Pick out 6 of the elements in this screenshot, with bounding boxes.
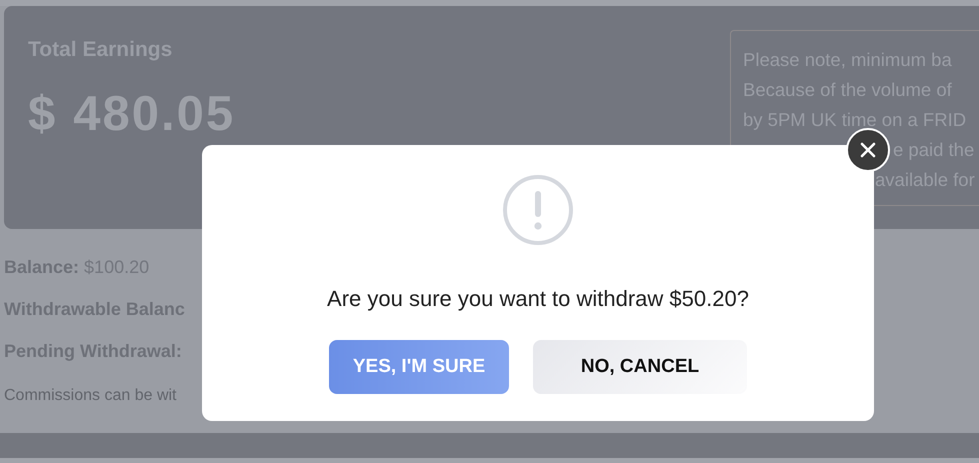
exclamation-icon — [502, 174, 574, 246]
close-icon — [860, 142, 876, 158]
cancel-button[interactable]: NO, CANCEL — [533, 340, 747, 394]
dialog-message: Are you sure you want to withdraw $50.20? — [327, 286, 749, 312]
currency-symbol: $ — [28, 86, 58, 142]
footnote-text: Commissions can be wit — [4, 387, 176, 405]
